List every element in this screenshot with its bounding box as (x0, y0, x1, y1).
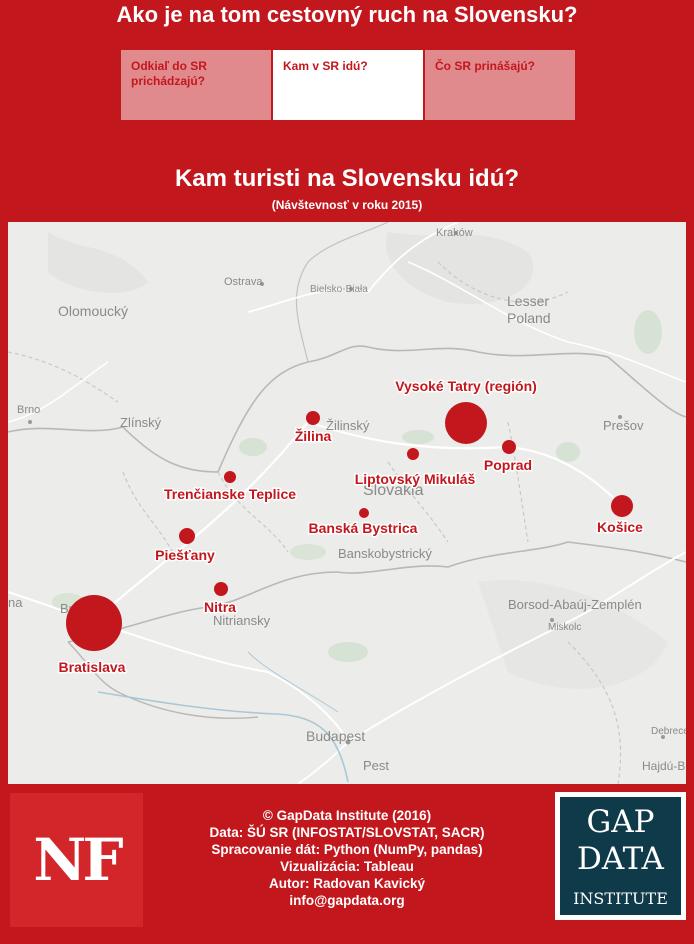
credit-visualization: Vizualizácia: Tableau (280, 859, 414, 874)
marker-zilina[interactable] (306, 411, 320, 425)
credit-author: Autor: Radovan Kavický (268, 876, 426, 891)
gap-logo-line3: INSTITUTE (573, 889, 668, 908)
credit-email[interactable]: info@gapdata.org (150, 892, 544, 909)
label-olomoucky: Olomoucký (58, 303, 128, 319)
label-banskobystricky: Banskobystrický (338, 546, 432, 561)
label-marker-piestany: Piešťany (155, 547, 215, 563)
map-subtitle: (Návštevnosť v roku 2015) (271, 198, 423, 212)
label-poland: Poland (507, 310, 551, 326)
label-lesser: Lesser (507, 293, 549, 309)
label-marker-banska-bystrica: Banská Bystrica (309, 520, 418, 536)
tourism-map[interactable]: Kraków Ostrava Bielsko-Biała Olomoucký L… (8, 222, 686, 784)
credits: © GapData Institute (2016) Data: ŠÚ SR (… (150, 807, 544, 909)
map-canvas: Kraków Ostrava Bielsko-Biała Olomoucký L… (8, 222, 686, 784)
tab-odkial[interactable]: Odkiaľ do SR prichádzajú? (121, 50, 271, 120)
label-budapest: Budapest (306, 728, 365, 744)
tab-kam[interactable]: Kam v SR idú? (273, 50, 423, 120)
map-title: Kam turisti na Slovensku idú? (174, 165, 520, 192)
gap-logo-line1: GAP (586, 804, 655, 840)
label-na: na (8, 595, 23, 610)
label-debrecen: Debrece (651, 726, 686, 737)
label-borsod: Borsod-Abaúj-Zemplén (508, 597, 642, 612)
label-marker-trencianske-teplice: Trenčianske Teplice (164, 486, 296, 502)
marker-nitra[interactable] (214, 582, 228, 596)
label-krakow: Kraków (436, 227, 473, 239)
marker-vysoke-tatry[interactable] (445, 402, 487, 444)
gapdata-logo: GAP DATA INSTITUTE (555, 792, 686, 920)
label-marker-nitra: Nitra (204, 599, 236, 615)
marker-trencianske-teplice[interactable] (224, 471, 236, 483)
map-base-labels: Kraków Ostrava Bielsko-Biała Olomoucký L… (8, 227, 686, 773)
label-zlinsky: Zlínský (120, 415, 162, 430)
label-marker-zilina: Žilina (295, 427, 332, 444)
label-zilinsky: Žilinský (326, 418, 370, 433)
credit-data: Data: ŠÚ SR (INFOSTAT/SLOVSTAT, SACR) (209, 825, 485, 840)
marker-bratislava[interactable] (66, 595, 122, 651)
marker-poprad[interactable] (502, 440, 516, 454)
label-ostrava: Ostrava (224, 276, 263, 288)
label-marker-liptovsky-mikulas: Liptovský Mikuláš (355, 471, 476, 487)
nf-logo: NF (10, 793, 143, 927)
label-marker-kosice: Košice (597, 519, 643, 535)
label-marker-bratislava: Bratislava (59, 659, 126, 675)
label-presov: Prešov (603, 418, 644, 433)
gap-logo-line2: DATA (577, 841, 664, 877)
marker-kosice[interactable] (611, 495, 633, 517)
marker-banska-bystrica[interactable] (359, 508, 369, 518)
marker-piestany[interactable] (179, 528, 195, 544)
label-miskolc: Miskolc (548, 622, 581, 633)
marker-liptovsky-mikulas[interactable] (407, 448, 419, 460)
label-bielsko: Bielsko-Biała (310, 284, 368, 295)
label-hajdu: Hajdú-Bih (642, 759, 686, 773)
label-marker-poprad: Poprad (484, 457, 532, 473)
page-title: Ako je na tom cestovný ruch na Slovensku… (116, 2, 578, 27)
label-brno: Brno (17, 404, 40, 416)
footer: NF © GapData Institute (2016) Data: ŠÚ S… (0, 790, 694, 944)
label-nitriansky: Nitriansky (213, 613, 271, 628)
credit-processing: Spracovanie dát: Python (NumPy, pandas) (211, 842, 483, 857)
tab-co[interactable]: Čo SR prinášajú? (425, 50, 575, 120)
credit-copyright: © GapData Institute (2016) (262, 808, 432, 823)
label-pest: Pest (363, 758, 389, 773)
label-marker-vysoke-tatry: Vysoké Tatry (región) (395, 378, 537, 394)
